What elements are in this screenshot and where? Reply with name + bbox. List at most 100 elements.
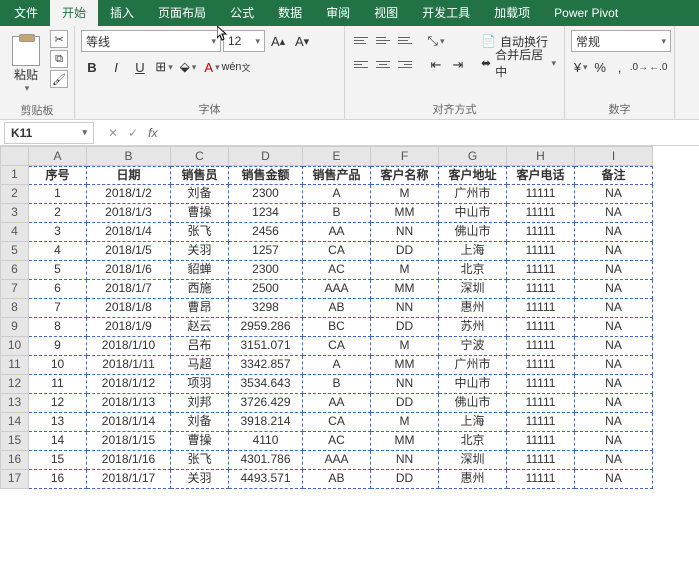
cell[interactable]: 惠州 (439, 470, 507, 489)
cell[interactable]: 刘备 (171, 185, 229, 204)
cell[interactable]: NA (575, 470, 653, 489)
cell[interactable]: 11111 (507, 185, 575, 204)
cell[interactable]: AA (303, 394, 371, 413)
formula-input[interactable] (167, 122, 699, 144)
cell[interactable]: DD (371, 318, 439, 337)
cell[interactable]: NA (575, 204, 653, 223)
cell[interactable]: 上海 (439, 242, 507, 261)
row-header[interactable]: 15 (0, 432, 29, 451)
bold-button[interactable]: B (81, 56, 103, 78)
cell[interactable]: 11111 (507, 394, 575, 413)
align-left-button[interactable] (351, 54, 371, 74)
cell[interactable]: 1257 (229, 242, 303, 261)
cell[interactable]: DD (371, 394, 439, 413)
decrease-decimal-button[interactable]: ←.0 (649, 56, 668, 78)
cell[interactable]: 销售金额 (229, 166, 303, 185)
comma-button[interactable]: , (610, 56, 629, 78)
cell[interactable]: AC (303, 432, 371, 451)
cell[interactable]: CA (303, 337, 371, 356)
fx-icon[interactable]: fx (148, 126, 157, 140)
cell[interactable]: 2018/1/2 (87, 185, 171, 204)
cell[interactable]: NA (575, 356, 653, 375)
cell[interactable]: 11111 (507, 337, 575, 356)
cell[interactable]: M (371, 413, 439, 432)
cell[interactable]: 2018/1/5 (87, 242, 171, 261)
tab-视图[interactable]: 视图 (362, 0, 410, 26)
cell[interactable]: 4493.571 (229, 470, 303, 489)
cell[interactable]: 客户地址 (439, 166, 507, 185)
cell[interactable]: 深圳 (439, 280, 507, 299)
cell[interactable]: 日期 (87, 166, 171, 185)
align-center-button[interactable] (373, 54, 393, 74)
cell[interactable]: 11111 (507, 242, 575, 261)
cell[interactable]: 宁波 (439, 337, 507, 356)
cell[interactable]: 备注 (575, 166, 653, 185)
tab-审阅[interactable]: 审阅 (314, 0, 362, 26)
cell[interactable]: 张飞 (171, 451, 229, 470)
tab-开发工具[interactable]: 开发工具 (410, 0, 482, 26)
cell[interactable]: AB (303, 299, 371, 318)
row-header[interactable]: 12 (0, 375, 29, 394)
tab-加载项[interactable]: 加载项 (482, 0, 542, 26)
cell[interactable]: 4 (29, 242, 87, 261)
cell[interactable]: 6 (29, 280, 87, 299)
paste-button[interactable]: 粘贴 ▾ (6, 30, 46, 100)
cell[interactable]: 2018/1/6 (87, 261, 171, 280)
cell[interactable]: 2018/1/13 (87, 394, 171, 413)
cell[interactable]: 2300 (229, 185, 303, 204)
cell[interactable]: 广州市 (439, 356, 507, 375)
cell[interactable]: 16 (29, 470, 87, 489)
cell[interactable]: 客户名称 (371, 166, 439, 185)
tab-数据[interactable]: 数据 (266, 0, 314, 26)
cell[interactable]: NA (575, 280, 653, 299)
align-middle-button[interactable] (373, 30, 393, 50)
cell[interactable]: 刘备 (171, 413, 229, 432)
cell[interactable]: 1234 (229, 204, 303, 223)
tab-文件[interactable]: 文件 (2, 0, 50, 26)
col-header-G[interactable]: G (439, 146, 507, 166)
cell[interactable]: 3534.643 (229, 375, 303, 394)
row-header[interactable]: 16 (0, 451, 29, 470)
cell[interactable]: M (371, 185, 439, 204)
copy-button[interactable]: ⧉ (50, 50, 68, 68)
cell[interactable]: AA (303, 223, 371, 242)
cell[interactable]: 4301.786 (229, 451, 303, 470)
cell[interactable]: A (303, 356, 371, 375)
underline-button[interactable]: U (129, 56, 151, 78)
cell[interactable]: NA (575, 375, 653, 394)
cell[interactable]: 曹操 (171, 432, 229, 451)
cell[interactable]: 11111 (507, 413, 575, 432)
cell[interactable]: M (371, 261, 439, 280)
row-header[interactable]: 10 (0, 337, 29, 356)
font-size-select[interactable]: 12▾ (223, 30, 265, 52)
cell[interactable]: 2456 (229, 223, 303, 242)
cell[interactable]: CA (303, 242, 371, 261)
cell[interactable]: 11111 (507, 318, 575, 337)
cell[interactable]: 2300 (229, 261, 303, 280)
cell[interactable]: 客户电话 (507, 166, 575, 185)
cell[interactable]: 北京 (439, 261, 507, 280)
row-header[interactable]: 3 (0, 204, 29, 223)
cell[interactable]: 苏州 (439, 318, 507, 337)
cell[interactable]: NA (575, 318, 653, 337)
cell[interactable]: NA (575, 242, 653, 261)
orientation-button[interactable]: ⤡▾ (425, 30, 447, 52)
col-header-D[interactable]: D (229, 146, 303, 166)
cell[interactable]: 8 (29, 318, 87, 337)
cell[interactable]: 2959.286 (229, 318, 303, 337)
cell[interactable]: NA (575, 432, 653, 451)
cell[interactable]: NA (575, 413, 653, 432)
cell[interactable]: 14 (29, 432, 87, 451)
cell[interactable]: 曹操 (171, 204, 229, 223)
cell[interactable]: 北京 (439, 432, 507, 451)
cell[interactable]: MM (371, 280, 439, 299)
cell[interactable]: 3342.857 (229, 356, 303, 375)
cell[interactable]: 佛山市 (439, 394, 507, 413)
cell[interactable]: 11111 (507, 280, 575, 299)
cell[interactable]: 关羽 (171, 242, 229, 261)
font-color-button[interactable]: A▾ (201, 56, 223, 78)
cell[interactable]: NA (575, 185, 653, 204)
cell[interactable]: 7 (29, 299, 87, 318)
number-format-select[interactable]: 常规▾ (571, 30, 671, 52)
row-header[interactable]: 9 (0, 318, 29, 337)
